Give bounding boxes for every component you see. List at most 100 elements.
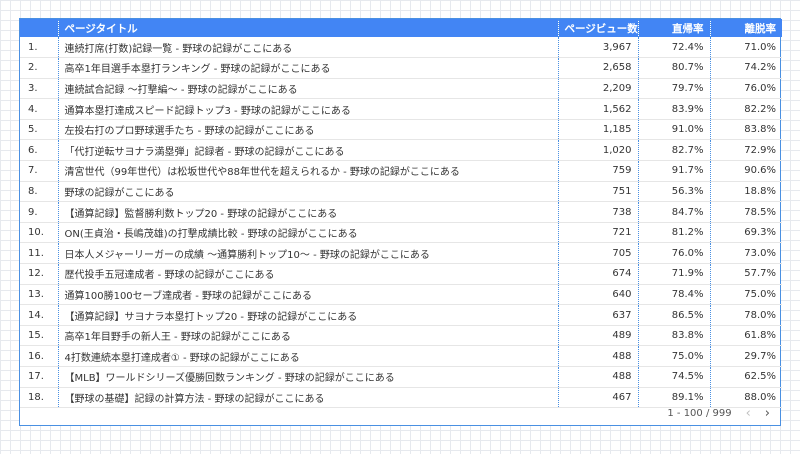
table-row[interactable]: 14. 【通算記録】サヨナラ本塁打トップ20 - 野球の記録がここにある 637 86… — [20, 304, 782, 326]
row-pageviews: 488 — [558, 366, 639, 388]
table-row[interactable]: 5. 左投右打のプロ野球選手たち - 野球の記録がここにある 1,185 91.0% 8… — [20, 119, 782, 140]
table-row[interactable]: 17. 【MLB】ワールドシリーズ優勝回数ランキング - 野球の記録がここにある 4… — [20, 366, 782, 388]
header-title[interactable]: ページタイトル — [58, 19, 559, 37]
row-title: 連続打席(打数)記録一覧 - 野球の記録がここにある — [58, 37, 559, 58]
row-exit-rate: 62.5% — [744, 371, 776, 383]
row-exit-rate: 72.9% — [744, 144, 776, 156]
row-bounce-rate: 71.9% — [638, 263, 711, 285]
row-title: 連続試合記録 ～打撃編～ - 野球の記録がここにある — [58, 78, 559, 99]
row-title: 通算100勝100セーブ達成者 - 野球の記録がここにある — [58, 284, 559, 305]
table-row[interactable]: 18. 【野球の基礎】記録の計算方法 - 野球の記録がここにある 467 89.1% 8… — [20, 387, 782, 408]
row-title: 高卒1年目選手本塁打ランキング - 野球の記録がここにある — [58, 57, 559, 79]
row-pageviews: 467 — [558, 387, 639, 408]
row-exit-rate: 18.8% — [744, 185, 776, 197]
row-exit-rate: 88.0% — [744, 391, 776, 403]
row-bounce-rate: 83.8% — [638, 325, 711, 346]
row-pageviews: 1,185 — [558, 119, 639, 140]
row-bounce-rate: 91.0% — [638, 119, 711, 140]
row-title: 高卒1年目野手の新人王 - 野球の記録がここにある — [58, 325, 559, 346]
row-pageviews: 488 — [558, 345, 639, 367]
row-title: 【MLB】ワールドシリーズ優勝回数ランキング - 野球の記録がここにある — [58, 366, 559, 388]
header-bounce-rate[interactable]: 直帰率 — [638, 19, 711, 37]
row-pageviews: 2,658 — [558, 57, 639, 79]
row-exit-rate: 82.2% — [744, 103, 776, 115]
table-row[interactable]: 10. ON(王貞治・長嶋茂雄)の打撃成績比較 - 野球の記録がここにある 721 8… — [20, 222, 782, 243]
row-index: 11. — [20, 242, 59, 264]
row-index: 15. — [20, 325, 59, 346]
row-bounce-rate: 84.7% — [638, 201, 711, 223]
row-bounce-rate: 72.4% — [638, 37, 711, 58]
row-pageviews: 637 — [558, 304, 639, 326]
chevron-right-icon[interactable]: › — [765, 406, 770, 421]
row-exit-rate: 83.8% — [744, 124, 776, 136]
row-exit-rate: 90.6% — [744, 165, 776, 177]
row-index: 17. — [20, 366, 59, 388]
row-pageviews: 640 — [558, 284, 639, 305]
row-exit-rate: 78.0% — [744, 309, 776, 321]
table-row[interactable]: 12. 歴代投手五冠達成者 - 野球の記録がここにある 674 71.9% 57.7% — [20, 263, 782, 285]
row-title: 【通算記録】サヨナラ本塁打トップ20 - 野球の記録がここにある — [58, 304, 559, 326]
row-bounce-rate: 76.0% — [638, 242, 711, 264]
row-pageviews: 721 — [558, 222, 639, 243]
row-exit-rate: 78.5% — [744, 206, 776, 218]
row-index: 1. — [20, 37, 59, 58]
row-pageviews: 751 — [558, 181, 639, 202]
row-index: 10. — [20, 222, 59, 243]
row-pageviews: 738 — [558, 201, 639, 223]
row-title: 日本人メジャーリーガーの成績 ～通算勝利トップ10～ - 野球の記録がここにある — [58, 242, 559, 264]
row-index: 2. — [20, 57, 59, 79]
table-row[interactable]: 8. 野球の記録がここにある 751 56.3% 18.8% — [20, 181, 782, 202]
row-pageviews: 2,209 — [558, 78, 639, 99]
header-pageviews[interactable]: ページビュー数↓ — [558, 19, 639, 37]
row-pageviews: 489 — [558, 325, 639, 346]
row-title: 左投右打のプロ野球選手たち - 野球の記録がここにある — [58, 119, 559, 140]
chevron-left-icon[interactable]: ‹ — [746, 406, 751, 421]
row-bounce-rate: 89.1% — [638, 387, 711, 408]
table-row[interactable]: 7. 清宮世代（99年世代）は松坂世代や88年世代を超えられるか - 野球の記録が… — [20, 160, 782, 182]
row-index: 8. — [20, 181, 59, 202]
row-index: 12. — [20, 263, 59, 285]
data-table: ページタイトル ページビュー数↓ 直帰率 離脱率 1.連続打席(打数)記録一覧 … — [20, 19, 782, 408]
header-pageviews-label: ページビュー数 — [564, 22, 638, 35]
row-index: 7. — [20, 160, 59, 182]
table-body: 1. 連続打席(打数)記録一覧 - 野球の記録がここにある 3,967 72.4% 71… — [20, 37, 782, 408]
row-bounce-rate: 56.3% — [638, 181, 711, 202]
row-bounce-rate: 78.4% — [638, 284, 711, 305]
row-exit-rate: 74.2% — [744, 62, 776, 74]
row-index: 5. — [20, 119, 59, 140]
row-exit-rate: 71.0% — [744, 41, 776, 53]
row-pageviews: 674 — [558, 263, 639, 285]
row-exit-rate: 76.0% — [744, 82, 776, 94]
table-row[interactable]: 9. 【通算記録】監督勝利数トップ20 - 野球の記録がここにある 738 84.7%… — [20, 201, 782, 223]
row-exit-rate: 69.3% — [744, 227, 776, 239]
table-row[interactable]: 6. 「代打逆転サヨナラ満塁弾」記録者 - 野球の記録がここにある 1,020 82.… — [20, 139, 782, 161]
row-index: 14. — [20, 304, 59, 326]
table-row[interactable]: 4. 通算本塁打達成スピード記録トップ3 - 野球の記録がここにある 1,562 83… — [20, 98, 782, 120]
row-exit-rate: 57.7% — [744, 268, 776, 280]
header-exit-rate[interactable]: 離脱率 — [710, 19, 782, 37]
table-row[interactable]: 3. 連続試合記録 ～打撃編～ - 野球の記録がここにある 2,209 79.7% 76… — [20, 78, 782, 99]
row-index: 3. — [20, 78, 59, 99]
table-row[interactable]: 16. 4打数連続本塁打達成者① - 野球の記録がここにある 488 75.0% 29.… — [20, 345, 782, 367]
row-title: 歴代投手五冠達成者 - 野球の記録がここにある — [58, 263, 559, 285]
row-bounce-rate: 91.7% — [638, 160, 711, 182]
table-row[interactable]: 13. 通算100勝100セーブ達成者 - 野球の記録がここにある 640 78.4%… — [20, 284, 782, 305]
table-row[interactable]: 2. 高卒1年目選手本塁打ランキング - 野球の記録がここにある 2,658 80.7… — [20, 57, 782, 79]
row-index: 4. — [20, 98, 59, 120]
table-row[interactable]: 15. 高卒1年目野手の新人王 - 野球の記録がここにある 489 83.8% 61.8… — [20, 325, 782, 346]
row-title: 【野球の基礎】記録の計算方法 - 野球の記録がここにある — [58, 387, 559, 408]
row-exit-rate: 61.8% — [744, 330, 776, 342]
row-index: 6. — [20, 139, 59, 161]
row-bounce-rate: 74.5% — [638, 366, 711, 388]
row-title: 清宮世代（99年世代）は松坂世代や88年世代を超えられるか - 野球の記録がここ… — [58, 160, 559, 182]
row-bounce-rate: 82.7% — [638, 139, 711, 161]
row-pageviews: 1,020 — [558, 139, 639, 161]
table-row[interactable]: 11. 日本人メジャーリーガーの成績 ～通算勝利トップ10～ - 野球の記録がここ… — [20, 242, 782, 264]
row-title: 4打数連続本塁打達成者① - 野球の記録がここにある — [58, 345, 559, 367]
row-index: 13. — [20, 284, 59, 305]
row-bounce-rate: 79.7% — [638, 78, 711, 99]
header-index — [20, 19, 59, 37]
row-index: 16. — [20, 345, 59, 367]
table-row[interactable]: 1. 連続打席(打数)記録一覧 - 野球の記録がここにある 3,967 72.4% 71… — [20, 37, 782, 58]
row-bounce-rate: 81.2% — [638, 222, 711, 243]
